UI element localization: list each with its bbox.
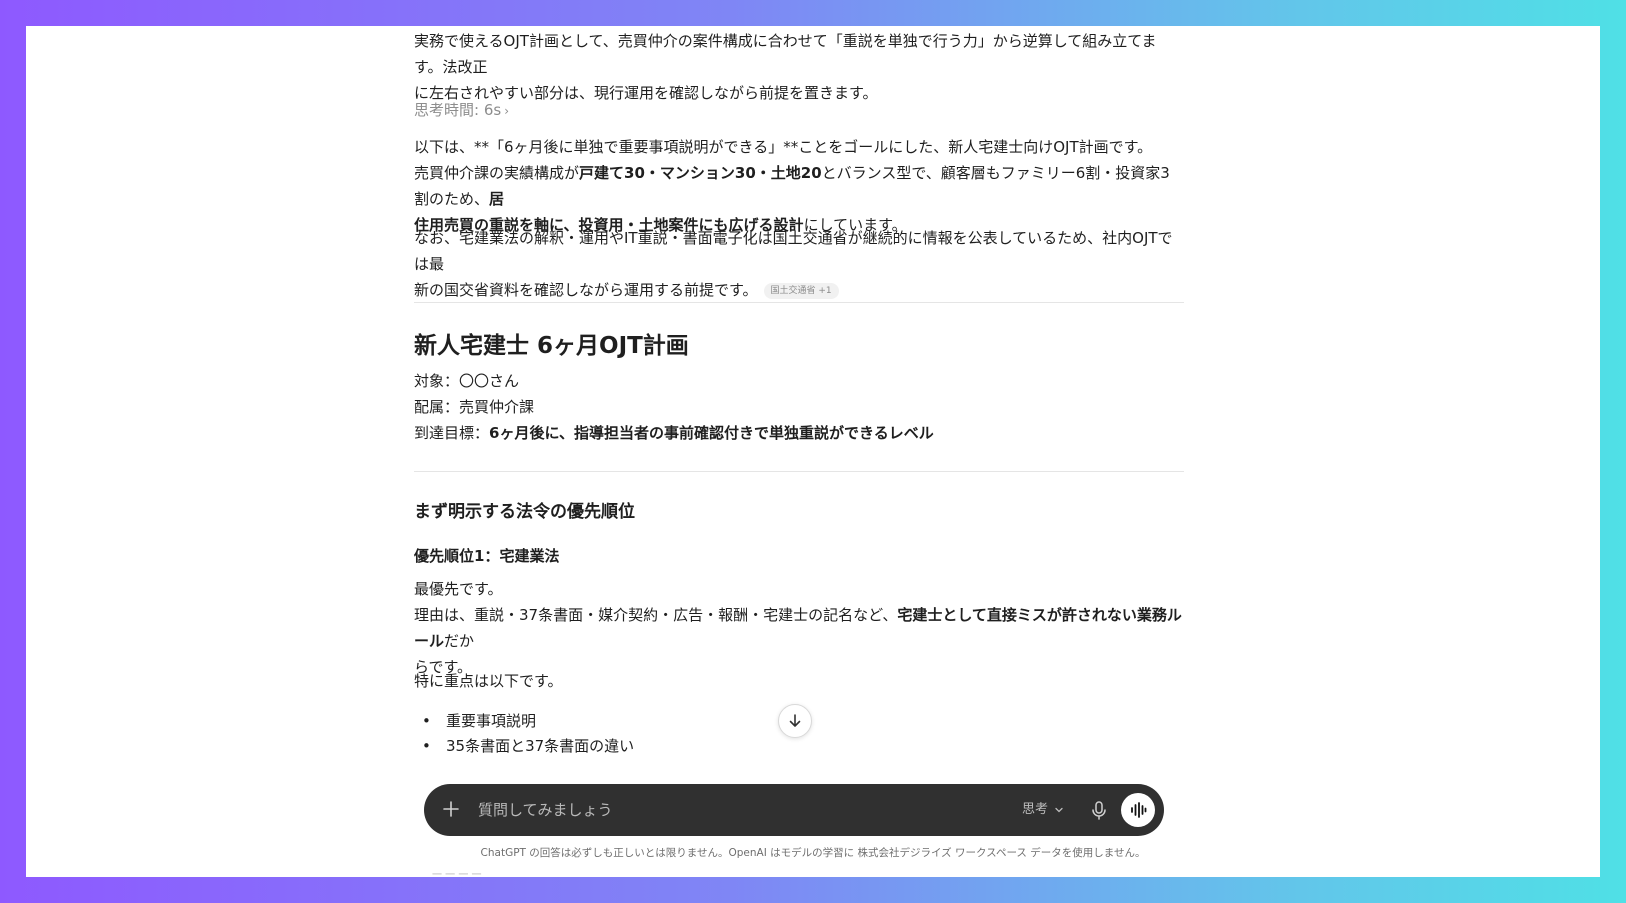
priority-reason: 理由は、重説・37条書面・媒介契約・広告・報酬・宅建士の記名など、宅建士として直… [414, 606, 1182, 650]
microphone-icon[interactable] [1088, 799, 1110, 821]
note-paragraph: なお、宅建業法の解釈・運用やIT重説・書面電子化は国土交通省が継続的に情報を公表… [414, 225, 1184, 303]
chevron-right-icon: › [504, 104, 509, 118]
plan-target: 対象：〇〇さん [414, 372, 520, 390]
divider [414, 471, 1184, 472]
plan-dept: 配属：売買仲介課 [414, 398, 535, 416]
priority-heading: まず明示する法令の優先順位 [414, 502, 635, 522]
intro-line-1: 実務で使えるOJT計画として、売買仲介の案件構成に合わせて「重説を単独で行う力」… [414, 32, 1157, 76]
priority-body: 最優先です。 理由は、重説・37条書面・媒介契約・広告・報酬・宅建士の記名など、… [414, 576, 1184, 680]
cutoff-text: 一 一 一 一 [432, 870, 482, 877]
disclaimer: ChatGPT の回答は必ずしも正しいとは限りません。OpenAI はモデルの学… [480, 847, 1146, 859]
summary-line-1: 以下は、**「6ヶ月後に単独で重要事項説明ができる」**ことをゴールにした、新人… [414, 138, 1153, 156]
intro-line-2: に左右されやすい部分は、現行運用を確認しながら前提を置きます。 [414, 84, 878, 102]
scroll-down-button[interactable] [778, 704, 812, 738]
voice-mode-button[interactable] [1121, 793, 1155, 827]
list-item: 35条書面と37条書面の違い [422, 733, 634, 759]
summary-paragraph: 以下は、**「6ヶ月後に単独で重要事項説明ができる」**ことをゴールにした、新人… [414, 134, 1184, 238]
divider [414, 302, 1184, 303]
mode-selector[interactable]: 思考 [1022, 800, 1064, 820]
waveform-icon [1131, 802, 1147, 818]
note-line-1: なお、宅建業法の解釈・運用やIT重説・書面電子化は国土交通省が継続的に情報を公表… [414, 229, 1173, 273]
plan-meta: 対象：〇〇さん 配属：売買仲介課 到達目標：6ヶ月後に、指導担当者の事前確認付き… [414, 368, 1184, 446]
priority-focus: 特に重点は以下です。 [414, 672, 563, 690]
note-line-2: 新の国交省資料を確認しながら運用する前提です。 国土交通省 +1 [414, 277, 1184, 303]
message-composer: 思考 [424, 784, 1164, 836]
intro-paragraph: 実務で使えるOJT計画として、売買仲介の案件構成に合わせて「重説を単独で行う力」… [414, 28, 1184, 106]
priority-subheading: 優先順位1：宅建業法 [414, 547, 560, 565]
source-chip[interactable]: 国土交通省 +1 [763, 282, 839, 299]
thinking-label: 思考時間: 6s [414, 101, 502, 119]
plus-icon[interactable] [440, 798, 462, 820]
mode-label: 思考 [1022, 802, 1049, 817]
priority-top: 最優先です。 [414, 580, 503, 598]
arrow-down-icon [789, 714, 801, 727]
plan-goal: 到達目標：6ヶ月後に、指導担当者の事前確認付きで単独重説ができるレベル [414, 424, 934, 442]
thinking-toggle[interactable]: 思考時間: 6s › [414, 97, 509, 124]
message-input[interactable] [476, 796, 1000, 824]
list-item: 重要事項説明 [422, 708, 536, 734]
plan-title: 新人宅建士 6ヶ月OJT計画 [414, 333, 689, 359]
summary-line-2: 売買仲介課の実績構成が戸建て30・マンション30・土地20とバランス型で、顧客層… [414, 164, 1170, 208]
chat-page: 実務で使えるOJT計画として、売買仲介の案件構成に合わせて「重説を単独で行う力」… [26, 26, 1600, 877]
chevron-down-icon [1055, 807, 1063, 813]
